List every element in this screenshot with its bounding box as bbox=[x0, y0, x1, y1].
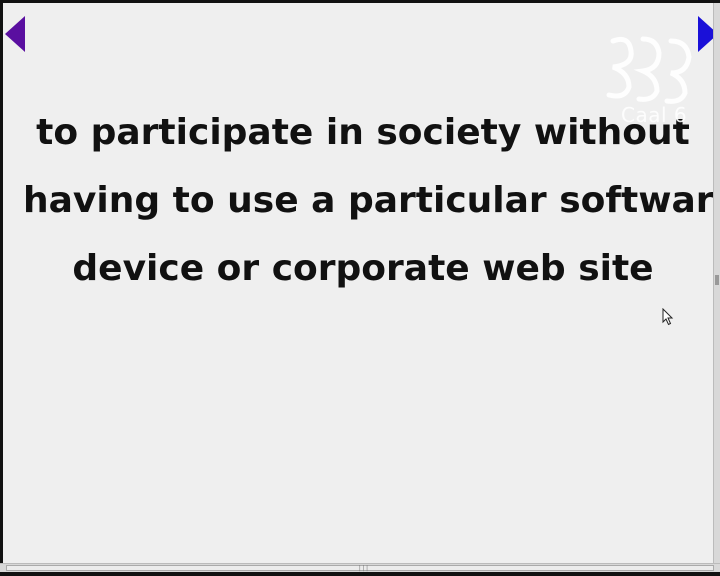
window-bottom-edge bbox=[0, 572, 720, 576]
slide-canvas: to participate in society without having… bbox=[3, 3, 714, 564]
slide-text-line-3: device or corporate web site bbox=[72, 248, 654, 289]
presentation-window: to participate in society without having… bbox=[0, 0, 720, 576]
horizontal-scrollbar-thumb[interactable]: ||| bbox=[6, 565, 714, 572]
logo-caption: Caal 6 bbox=[621, 103, 688, 127]
triangle-left-icon bbox=[5, 16, 25, 52]
previous-slide-button[interactable] bbox=[3, 14, 27, 54]
horizontal-scrollbar[interactable]: ||| bbox=[0, 563, 720, 572]
slide-body-text: to participate in society without having… bbox=[23, 99, 714, 303]
vertical-scrollbar-thumb[interactable] bbox=[715, 275, 719, 285]
slide-text-line-2: having to use a particular software, bbox=[23, 180, 714, 221]
vertical-scrollbar[interactable] bbox=[713, 3, 720, 564]
mouse-pointer-icon bbox=[662, 308, 674, 326]
